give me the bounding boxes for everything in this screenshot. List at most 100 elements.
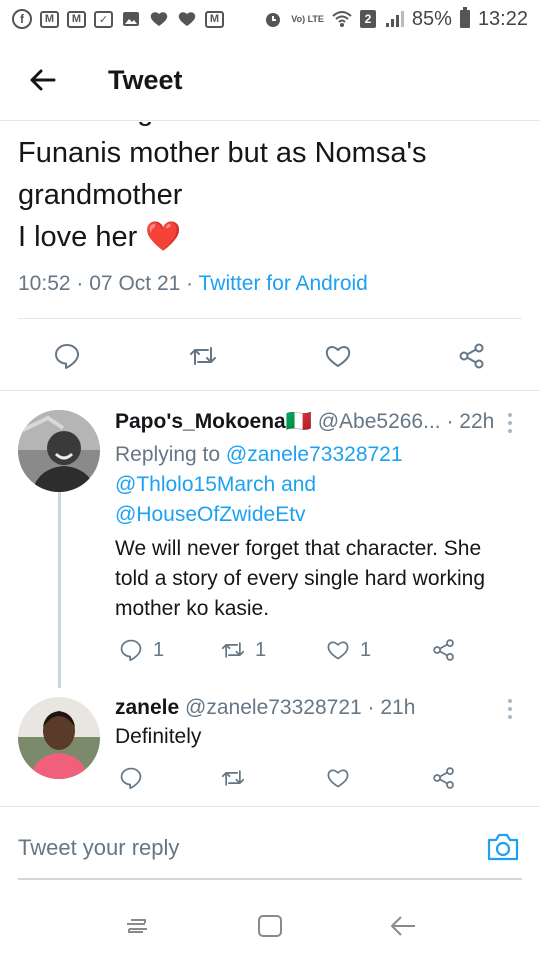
status-bar: f M M ✓ M Vo) LTE 2 85% 13:22 <box>0 0 540 38</box>
app-bar: Tweet <box>0 38 540 122</box>
avatar[interactable] <box>18 697 100 779</box>
share-icon <box>433 639 454 661</box>
reply-time: · 22h <box>446 410 495 433</box>
header-divider <box>0 120 540 121</box>
back-nav-button[interactable] <box>383 906 423 946</box>
heart-icon <box>177 9 197 29</box>
gallery-icon <box>121 9 141 29</box>
mention-and: and <box>281 473 317 496</box>
comment-icon <box>55 344 79 369</box>
reply-button[interactable] <box>51 340 83 372</box>
author-handle: @Abe5266... <box>317 410 441 433</box>
camera-button[interactable] <box>486 832 520 862</box>
home-button[interactable] <box>250 906 290 946</box>
tweet-source-link[interactable]: Twitter for Android <box>199 272 368 295</box>
replying-label: Replying to <box>115 443 221 466</box>
retweet-icon <box>190 347 216 365</box>
volte-icon: Vo) LTE <box>291 13 324 24</box>
thread-line <box>58 492 61 688</box>
retweet-count: 1 <box>255 638 267 661</box>
system-icons: Vo) LTE 2 85% 13:22 <box>263 7 528 31</box>
share-icon <box>433 767 454 789</box>
recent-apps-button[interactable] <box>117 906 157 946</box>
dot-icon <box>508 707 512 711</box>
reply-composer <box>18 818 522 880</box>
heart-outline-icon <box>327 769 349 788</box>
divider <box>18 318 522 319</box>
author-name[interactable]: Papo's_Mokoena🇮🇹 <box>115 410 312 433</box>
dot-icon <box>508 429 512 433</box>
share-icon <box>459 343 484 369</box>
share-button[interactable] <box>456 340 488 372</box>
more-options-button[interactable] <box>500 696 520 722</box>
comment-icon <box>120 767 142 790</box>
gmail-icon: M <box>205 10 224 28</box>
author-name[interactable]: zanele <box>115 696 179 719</box>
signal-icon <box>384 9 404 29</box>
arrow-left-icon <box>30 69 56 91</box>
wifi-icon <box>332 9 352 29</box>
like-button[interactable] <box>326 766 350 790</box>
like-count: 1 <box>360 638 372 661</box>
back-icon <box>391 916 416 936</box>
retweet-button[interactable]: 1 <box>221 638 266 662</box>
mention-link[interactable]: @zanele73328721 <box>226 443 403 466</box>
avatar[interactable] <box>18 410 100 492</box>
mention-link[interactable]: @HouseOfZwideEtv <box>115 503 306 526</box>
retweet-button[interactable] <box>187 340 219 372</box>
replying-to: Replying to @zanele73328721 @Thlolo15Mar… <box>115 440 515 530</box>
tweet-time: 10:52 <box>18 272 71 295</box>
divider <box>0 806 540 807</box>
author-handle: @zanele73328721 <box>185 696 362 719</box>
reply-count: 1 <box>153 638 165 661</box>
gmail-icon: M <box>67 10 86 28</box>
checkbox-icon: ✓ <box>94 10 113 28</box>
like-button[interactable] <box>322 340 354 372</box>
sim-slot-icon: 2 <box>359 10 376 28</box>
camera-icon <box>487 833 519 861</box>
facebook-icon: f <box>12 9 32 29</box>
dot-icon <box>508 413 512 417</box>
tweet-meta: 10:52 · 07 Oct 21 · Twitter for Android <box>18 272 368 296</box>
dot-icon <box>508 715 512 719</box>
clock: 13:22 <box>477 7 528 30</box>
reply-header: zanele @zanele73328721 · 21h <box>115 696 415 720</box>
heart-outline-icon <box>327 641 349 660</box>
mention-link[interactable]: @Thlolo15March <box>115 473 275 496</box>
dot-icon <box>508 421 512 425</box>
recent-apps-icon <box>126 919 147 933</box>
retweet-icon <box>221 642 245 658</box>
home-icon <box>257 915 282 937</box>
alarm-icon <box>263 9 283 29</box>
comment-icon <box>120 639 142 662</box>
reply-text: Definitely <box>115 725 202 748</box>
tweet-date: 07 Oct 21 <box>89 272 181 295</box>
reply-time: · 21h <box>367 696 416 719</box>
reply-header: Papo's_Mokoena🇮🇹 @Abe5266... · 22h <box>115 410 494 434</box>
system-nav-bar <box>0 892 540 960</box>
retweet-button[interactable] <box>221 766 245 790</box>
meta-separator: · <box>186 272 194 295</box>
tweet-actions <box>0 330 540 380</box>
dot-icon <box>508 699 512 703</box>
avatar-image <box>18 697 100 779</box>
gmail-icon: M <box>40 10 59 28</box>
reply-input[interactable] <box>18 835 458 861</box>
share-button[interactable] <box>432 766 456 790</box>
page-title: Tweet <box>108 64 183 95</box>
reply-text: We will never forget that character. She… <box>115 537 486 620</box>
meta-separator: · <box>76 272 84 295</box>
battery-percent: 85% <box>411 7 452 30</box>
divider <box>0 390 540 391</box>
heart-icon <box>149 9 169 29</box>
reply-button[interactable] <box>119 766 143 790</box>
back-button[interactable] <box>12 50 72 110</box>
battery-icon <box>459 7 470 28</box>
reply-button[interactable]: 1 <box>119 638 164 662</box>
retweet-icon <box>221 770 245 786</box>
heart-outline-icon <box>325 346 351 367</box>
share-button[interactable] <box>432 638 456 662</box>
avatar-image <box>18 410 100 492</box>
more-options-button[interactable] <box>500 410 520 436</box>
like-button[interactable]: 1 <box>326 638 371 662</box>
